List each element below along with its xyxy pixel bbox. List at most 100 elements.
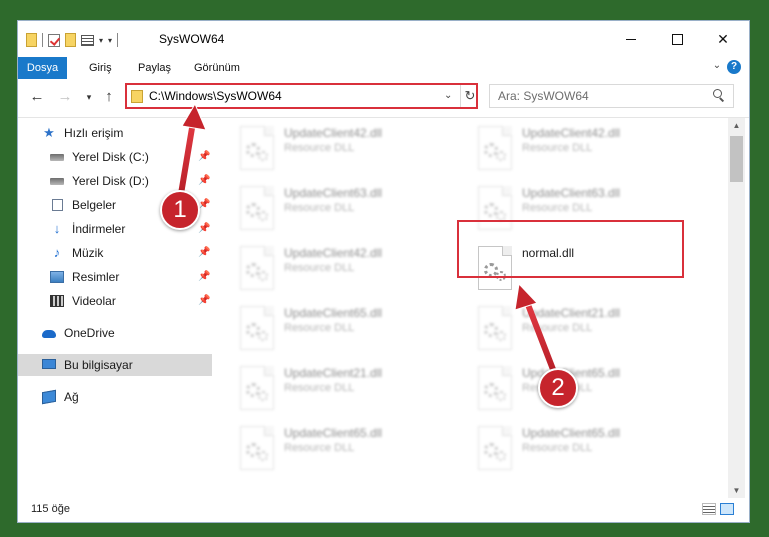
file-list: UpdateClient42.dll Resource DLL UpdateCl… <box>238 118 728 498</box>
toolbar-divider <box>117 33 119 47</box>
sidebar-item-videos[interactable]: Videolar 📌 <box>18 290 212 312</box>
sidebar-item-network[interactable]: Ağ <box>18 386 212 408</box>
document-icon <box>52 199 63 211</box>
close-button[interactable]: ✕ <box>700 21 746 57</box>
normal-dll-highlight-box <box>457 220 684 278</box>
back-button[interactable]: ← <box>28 88 46 106</box>
pin-icon[interactable]: 📌 <box>198 290 210 312</box>
up-button[interactable]: ↑ <box>100 88 118 106</box>
navigation-bar: ← → ▾ ↑ C:\Windows\SysWOW64 ⌄ ↻ Ara: Sys… <box>18 79 749 118</box>
dll-file-icon <box>240 126 274 170</box>
help-icon[interactable]: ? <box>727 60 741 74</box>
navigation-pane: ★ Hızlı erişim Yerel Disk (C:) 📌 Yerel D… <box>18 118 212 498</box>
minimize-button[interactable] <box>608 21 654 57</box>
maximize-button[interactable] <box>654 21 700 57</box>
sidebar-item-label: Yerel Disk (C:) <box>72 150 149 164</box>
window-title: SysWOW64 <box>159 32 225 46</box>
sidebar-item-label: Müzik <box>72 246 104 260</box>
file-type: Resource DLL <box>284 442 355 454</box>
scroll-up-icon[interactable]: ▲ <box>728 118 745 134</box>
sidebar-item-pictures[interactable]: Resimler 📌 <box>18 266 212 288</box>
file-name: UpdateClient63.dll <box>284 186 383 200</box>
item-count: 115 öğe <box>31 503 70 515</box>
file-item[interactable]: UpdateClient21.dll Resource DLL <box>238 362 468 418</box>
drive-icon <box>50 178 64 185</box>
folder-icon[interactable] <box>26 33 37 47</box>
sidebar-item-label: Hızlı erişim <box>64 126 124 140</box>
pin-icon[interactable]: 📌 <box>198 194 210 216</box>
file-item[interactable]: UpdateClient21.dll Resource DLL <box>476 302 706 358</box>
file-type: Resource DLL <box>522 442 593 454</box>
download-icon: ↓ <box>53 221 61 236</box>
file-type: Resource DLL <box>522 142 593 154</box>
dll-file-icon <box>240 246 274 290</box>
dll-file-icon <box>478 126 512 170</box>
file-item[interactable]: UpdateClient42.dll Resource DLL <box>238 242 468 298</box>
quick-access-toolbar: ▾ ▾ <box>26 31 119 49</box>
pin-icon[interactable]: 📌 <box>198 242 210 264</box>
file-item[interactable]: UpdateClient42.dll Resource DLL <box>476 122 706 178</box>
properties-check-icon[interactable] <box>48 33 60 47</box>
search-icon[interactable] <box>713 89 722 98</box>
file-type: Resource DLL <box>522 322 593 334</box>
sidebar-item-local-disk-d[interactable]: Yerel Disk (D:) 📌 <box>18 170 212 192</box>
cloud-icon <box>42 330 56 338</box>
search-input[interactable]: Ara: SysWOW64 <box>489 84 734 108</box>
tab-giris[interactable]: Giriş <box>89 57 112 79</box>
file-name: UpdateClient21.dll <box>522 306 621 320</box>
pin-icon[interactable]: 📌 <box>198 170 210 192</box>
tab-dosya[interactable]: Dosya <box>18 57 67 79</box>
expand-ribbon-icon[interactable]: ⌄ <box>710 59 724 73</box>
recent-locations-icon[interactable]: ▾ <box>80 88 98 106</box>
sidebar-item-label: İndirmeler <box>72 222 126 236</box>
sidebar-item-label: Belgeler <box>72 198 117 212</box>
quick-access-dropdown-icon[interactable]: ▾ <box>108 36 112 45</box>
customize-list-icon[interactable] <box>81 34 94 46</box>
file-item[interactable]: UpdateClient65.dll Resource DLL <box>238 422 468 478</box>
tab-gorunum[interactable]: Görünüm <box>194 57 240 79</box>
file-item[interactable]: UpdateClient42.dll Resource DLL <box>238 122 468 178</box>
dll-file-icon <box>478 306 512 350</box>
tab-paylas[interactable]: Paylaş <box>138 57 171 79</box>
dll-file-icon <box>478 366 512 410</box>
sidebar-item-label: Yerel Disk (D:) <box>72 174 149 188</box>
sidebar-item-local-disk-c[interactable]: Yerel Disk (C:) 📌 <box>18 146 212 168</box>
dll-file-icon <box>240 366 274 410</box>
scroll-thumb[interactable] <box>730 136 743 182</box>
file-item[interactable]: UpdateClient63.dll Resource DLL <box>238 182 468 238</box>
pin-icon[interactable]: 📌 <box>198 146 210 168</box>
pin-icon[interactable]: 📌 <box>198 218 210 240</box>
sidebar-item-music[interactable]: ♪ Müzik 📌 <box>18 242 212 264</box>
large-icons-view-icon[interactable] <box>720 503 734 515</box>
sidebar-item-label: Bu bilgisayar <box>64 358 133 372</box>
step-2-badge: 2 <box>538 368 578 408</box>
details-view-icon[interactable] <box>702 503 716 515</box>
file-type: Resource DLL <box>284 202 355 214</box>
file-name: UpdateClient65.dll <box>284 426 383 440</box>
chevron-down-icon[interactable]: ▾ <box>99 36 103 45</box>
network-icon <box>42 389 56 405</box>
file-name: UpdateClient65.dll <box>522 426 621 440</box>
address-highlight-box <box>125 83 478 109</box>
pictures-icon <box>50 271 64 283</box>
file-item[interactable]: UpdateClient65.dll Resource DLL <box>476 362 706 418</box>
vertical-scrollbar[interactable]: ▲ ▼ <box>728 118 745 499</box>
sidebar-item-quick-access[interactable]: ★ Hızlı erişim <box>18 122 212 144</box>
sidebar-item-this-pc[interactable]: Bu bilgisayar <box>18 354 212 376</box>
music-icon: ♪ <box>53 245 61 260</box>
new-folder-icon[interactable] <box>65 33 76 47</box>
file-item[interactable]: UpdateClient65.dll Resource DLL <box>476 422 706 478</box>
file-item[interactable]: UpdateClient65.dll Resource DLL <box>238 302 468 358</box>
minimize-icon <box>626 38 636 40</box>
forward-button[interactable]: → <box>56 88 74 106</box>
dll-file-icon <box>240 186 274 230</box>
sidebar-item-onedrive[interactable]: OneDrive <box>18 322 212 344</box>
dll-file-icon <box>240 306 274 350</box>
file-name: UpdateClient42.dll <box>284 246 383 260</box>
toolbar-divider <box>42 33 43 47</box>
pin-icon[interactable]: 📌 <box>198 266 210 288</box>
scroll-down-icon[interactable]: ▼ <box>728 483 745 499</box>
star-icon: ★ <box>43 125 55 140</box>
dll-file-icon <box>478 426 512 470</box>
sidebar-item-label: Videolar <box>72 294 116 308</box>
